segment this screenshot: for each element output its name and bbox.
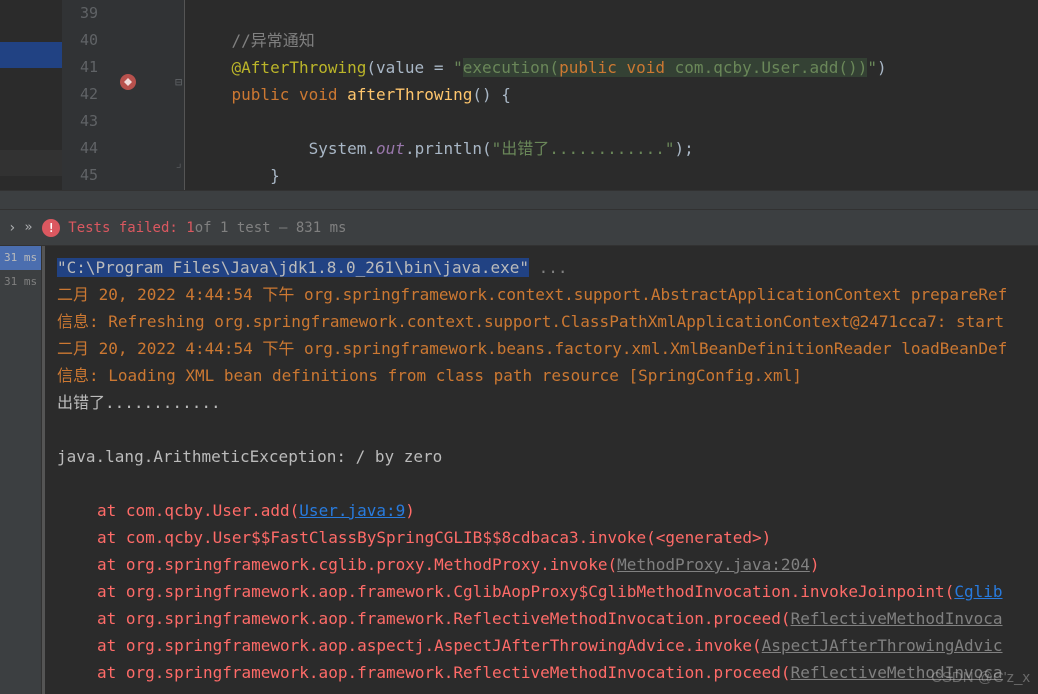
source-link[interactable]: ReflectiveMethodInvoca: [791, 609, 1003, 628]
test-status-bar: › » ! Tests failed: 1 of 1 test – 831 ms: [0, 210, 1038, 246]
line-number: 45: [62, 162, 110, 189]
line-number: 39: [62, 0, 110, 27]
blank-line: [57, 416, 1026, 443]
exception-line: java.lang.ArithmeticException: / by zero: [57, 443, 1026, 470]
current-line-highlight: [0, 150, 62, 176]
code-line-44: System.out.println("出错了............");: [193, 135, 1038, 162]
stack-trace-line: at org.springframework.aop.framework.Ref…: [57, 605, 1026, 632]
line-gutter: 39 40 41 42 43 44 45: [62, 0, 110, 190]
gutter-icons-area: ⊟ ⌟: [110, 0, 185, 190]
stack-trace-line: at com.qcby.User$$FastClassBySpringCGLIB…: [57, 524, 1026, 551]
code-line-40: //异常通知: [193, 27, 1038, 54]
code-line-41: @AfterThrowing(value = "execution(public…: [193, 54, 1038, 81]
stack-trace-line: at org.springframework.aop.aspectj.Aspec…: [57, 632, 1026, 659]
line-number: 42: [62, 81, 110, 108]
line-number: 44: [62, 135, 110, 162]
test-item[interactable]: 31 ms: [0, 270, 41, 294]
stack-trace-line: at org.springframework.aop.framework.Ref…: [57, 659, 1026, 686]
test-total-label: of 1 test – 831 ms: [195, 220, 347, 236]
aop-advice-icon[interactable]: [118, 72, 138, 92]
panel-splitter[interactable]: [0, 190, 1038, 210]
log-line: 信息: Loading XML bean definitions from cl…: [57, 362, 1026, 389]
output-line: 出错了............: [57, 389, 1026, 416]
blank-line: [57, 470, 1026, 497]
code-editor[interactable]: 39 40 41 42 43 44 45 ⊟ ⌟ //异常通知 @AfterTh…: [0, 0, 1038, 190]
log-line: 二月 20, 2022 4:44:54 下午 org.springframewo…: [57, 281, 1026, 308]
test-item[interactable]: 31 ms: [0, 246, 41, 270]
stack-trace-line: at org.springframework.aop.framework.Cgl…: [57, 578, 1026, 605]
stack-trace-line: at org.springframework.cglib.proxy.Metho…: [57, 551, 1026, 578]
stack-trace-line: at com.qcby.User.add(User.java:9): [57, 497, 1026, 524]
breakpoint-highlight: [0, 42, 62, 68]
test-failed-label: Tests failed:: [68, 220, 178, 236]
expand-arrow-icon[interactable]: ›: [8, 220, 16, 236]
console-output[interactable]: "C:\Program Files\Java\jdk1.8.0_261\bin\…: [42, 246, 1038, 694]
failed-count: 1: [186, 220, 194, 236]
source-link[interactable]: MethodProxy.java:204: [617, 555, 810, 574]
line-number: 43: [62, 108, 110, 135]
code-line-45: }: [193, 162, 1038, 189]
chevrons-icon[interactable]: »: [24, 220, 32, 235]
run-panel: 31 ms 31 ms "C:\Program Files\Java\jdk1.…: [0, 246, 1038, 694]
source-link[interactable]: AspectJAfterThrowingAdvic: [762, 636, 1003, 655]
code-line-42: public void afterThrowing() {: [193, 81, 1038, 108]
command-line: "C:\Program Files\Java\jdk1.8.0_261\bin\…: [57, 254, 1026, 281]
fold-minus-icon[interactable]: ⊟: [175, 75, 182, 89]
log-line: 二月 20, 2022 4:44:54 下午 org.springframewo…: [57, 335, 1026, 362]
line-number: 40: [62, 27, 110, 54]
editor-margin: [0, 0, 62, 190]
source-link[interactable]: User.java:9: [299, 501, 405, 520]
log-line: 信息: Refreshing org.springframework.conte…: [57, 308, 1026, 335]
fold-end-icon[interactable]: ⌟: [175, 156, 182, 170]
code-content[interactable]: //异常通知 @AfterThrowing(value = "execution…: [185, 0, 1038, 190]
source-link[interactable]: Cglib: [954, 582, 1002, 601]
watermark: CSDN @C'z_x: [931, 669, 1030, 686]
error-icon: !: [42, 219, 60, 237]
line-number: 41: [62, 54, 110, 81]
test-tree-sidebar[interactable]: 31 ms 31 ms: [0, 246, 42, 694]
